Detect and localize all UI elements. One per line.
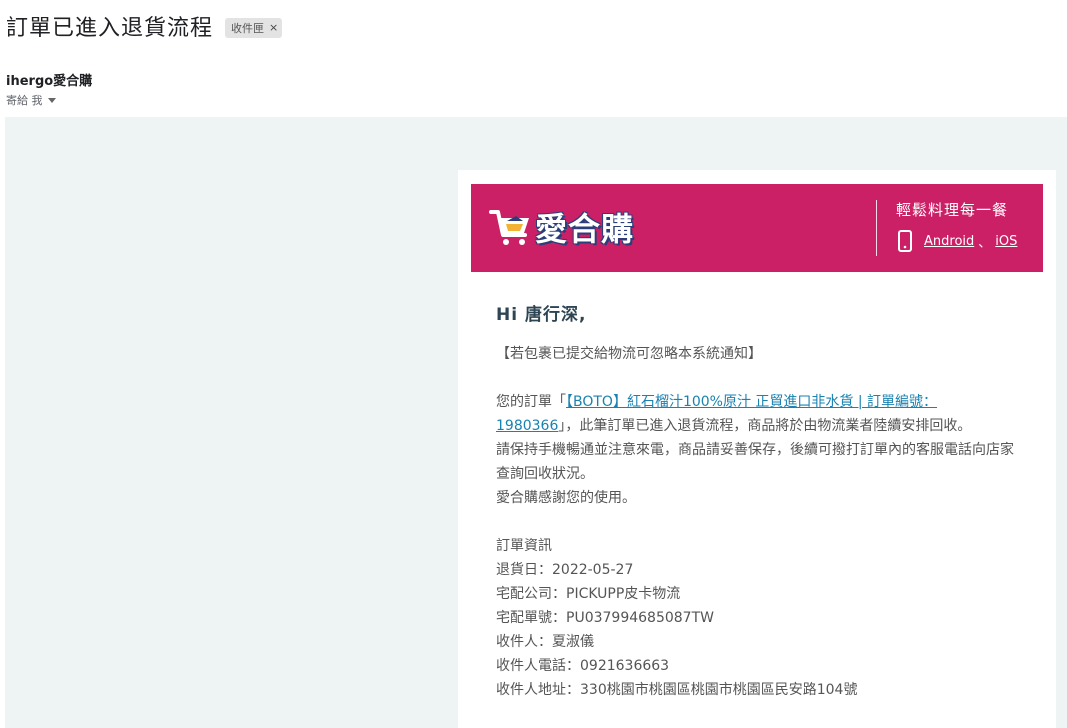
- greeting: Hi 唐行深,: [496, 305, 587, 325]
- brand-logo[interactable]: 愛合購: [489, 204, 634, 250]
- logo-text: 愛合購: [535, 210, 635, 248]
- tracking-number: 宅配單號：PU037994685087TW: [496, 610, 714, 626]
- order-suffix: 」，此筆訂單已進入退貨流程，商品將於由物流業者陸續安排回收。: [558, 418, 972, 434]
- email-message: 【若包裹已提交給物流可忽略本系統通知】 您的訂單「【BOTO】紅石榴汁100%原…: [496, 342, 1016, 702]
- recipient-details-dropdown-icon[interactable]: [47, 97, 56, 103]
- order-prefix: 您的訂單「: [496, 394, 566, 410]
- inbox-label-text: 收件匣: [231, 21, 265, 35]
- recipient-row: 寄給 我: [6, 92, 56, 108]
- app-link-separator: 、: [978, 235, 992, 251]
- order-paragraph: 您的訂單「【BOTO】紅石榴汁100%原汁 正貿進口非水貨 | 訂單編號：198…: [496, 390, 1016, 438]
- shopping-cart-icon: [489, 210, 529, 245]
- courier-company: 宅配公司：PICKUPP皮卡物流: [496, 586, 681, 602]
- sender-name: ihergo愛合購: [6, 74, 93, 89]
- email-content-card: 愛合購 輕鬆料理每一餐 Android 、 iOS Hi 唐行深, 【若包裹已提…: [458, 170, 1056, 728]
- ios-link[interactable]: iOS: [995, 234, 1017, 249]
- banner-tagline: 輕鬆料理每一餐: [896, 201, 1009, 219]
- recipient-text: 寄給 我: [6, 94, 43, 107]
- recipient-address: 收件人地址：330桃園市桃園區桃園市桃園區民安路104號: [496, 682, 858, 698]
- remove-label-icon[interactable]: ×: [269, 21, 278, 34]
- recipient-name: 收件人：夏淑儀: [496, 634, 594, 650]
- android-link[interactable]: Android: [924, 234, 974, 249]
- phone-notice-text: 請保持手機暢通並注意來電，商品請妥善保存，後續可撥打訂單內的客服電話向店家查詢回…: [496, 442, 1014, 482]
- mobile-phone-icon: [898, 230, 912, 252]
- order-info-heading: 訂單資訊: [496, 538, 552, 554]
- inbox-label-chip[interactable]: 收件匣 ×: [225, 17, 283, 38]
- subject-row: 訂單已進入退貨流程 收件匣 ×: [6, 10, 283, 42]
- header-banner: 愛合購 輕鬆料理每一餐 Android 、 iOS: [471, 184, 1043, 272]
- notice-text: 【若包裹已提交給物流可忽略本系統通知】: [496, 346, 762, 362]
- email-subject: 訂單已進入退貨流程: [6, 16, 214, 41]
- return-date: 退貨日：2022-05-27: [496, 562, 634, 578]
- thanks-text: 愛合購感謝您的使用。: [496, 490, 636, 506]
- banner-divider: [876, 200, 877, 256]
- app-links: Android 、 iOS: [896, 230, 1017, 252]
- recipient-phone: 收件人電話：0921636663: [496, 658, 670, 674]
